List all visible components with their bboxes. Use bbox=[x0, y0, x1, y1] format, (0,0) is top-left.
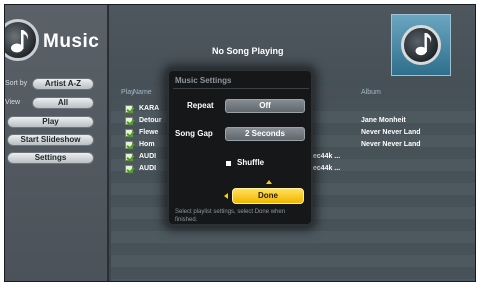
songgap-select[interactable]: 2 Seconds bbox=[225, 127, 305, 141]
view-label: View bbox=[5, 99, 21, 106]
song-name: Detour bbox=[139, 117, 162, 124]
view-button[interactable]: All bbox=[32, 97, 94, 109]
song-detail: sec44k ... bbox=[309, 165, 341, 172]
dialog-divider bbox=[173, 88, 309, 89]
album-disc-icon bbox=[401, 25, 441, 65]
arrow-up-icon bbox=[266, 180, 272, 184]
checkmark-icon[interactable] bbox=[125, 117, 133, 125]
song-name: AUDI bbox=[139, 165, 157, 172]
repeat-select[interactable]: Off bbox=[225, 99, 305, 113]
song-album: Jane Monheit bbox=[361, 117, 406, 124]
checkmark-icon[interactable] bbox=[125, 105, 133, 113]
start-slideshow-button[interactable]: Start Slideshow bbox=[7, 134, 94, 146]
song-detail: sec44k ... bbox=[309, 153, 341, 160]
song-name: Hom bbox=[139, 141, 155, 148]
column-album[interactable]: Album bbox=[361, 89, 381, 96]
checkmark-icon[interactable] bbox=[125, 165, 133, 173]
column-name[interactable]: Name bbox=[133, 89, 152, 96]
settings-button[interactable]: Settings bbox=[7, 152, 94, 164]
music-screen: Music Sort by Artist A-Z View All Play S… bbox=[4, 4, 476, 282]
sort-button[interactable]: Artist A-Z bbox=[32, 78, 94, 90]
song-album: Never Never Land bbox=[361, 129, 421, 136]
album-art bbox=[391, 14, 451, 76]
music-settings-dialog: Music Settings Repeat Off Song Gap 2 Sec… bbox=[167, 69, 313, 226]
song-name: Flewe bbox=[139, 129, 159, 136]
music-logo-icon bbox=[5, 19, 39, 61]
arrow-left-icon bbox=[224, 193, 228, 199]
app-title: Music bbox=[43, 31, 100, 52]
shuffle-bullet-icon bbox=[226, 161, 231, 166]
play-button[interactable]: Play bbox=[7, 116, 94, 128]
dialog-title: Music Settings bbox=[175, 76, 232, 85]
repeat-label: Repeat bbox=[187, 101, 214, 110]
done-button[interactable]: Done bbox=[232, 188, 304, 204]
checkmark-icon[interactable] bbox=[125, 129, 133, 137]
song-name: KARA bbox=[139, 105, 160, 112]
songgap-label: Song Gap bbox=[175, 129, 213, 138]
sort-label: Sort by bbox=[5, 80, 28, 87]
checkmark-icon[interactable] bbox=[125, 141, 133, 149]
song-album: Never Never Land bbox=[361, 141, 421, 148]
sidebar: Music Sort by Artist A-Z View All Play S… bbox=[5, 5, 109, 281]
shuffle-checkbox[interactable]: Shuffle bbox=[237, 158, 264, 167]
dialog-hint: Select playlist settings, select Done wh… bbox=[175, 209, 286, 223]
song-name: AUDI bbox=[139, 153, 157, 160]
checkmark-icon[interactable] bbox=[125, 153, 133, 161]
now-playing-label: No Song Playing bbox=[212, 46, 284, 56]
